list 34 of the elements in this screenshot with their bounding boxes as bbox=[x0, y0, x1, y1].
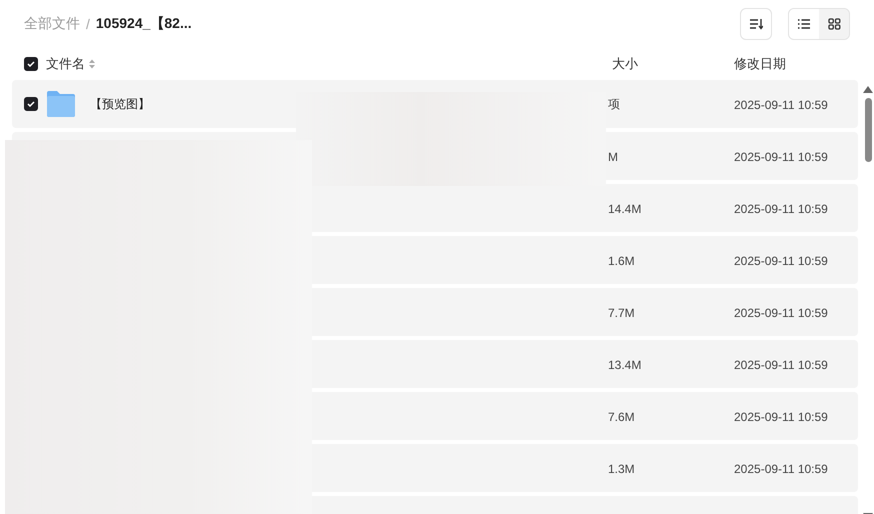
row-checkbox[interactable] bbox=[24, 97, 38, 111]
file-size: 7.6M bbox=[608, 410, 635, 424]
file-size: 1.6M bbox=[608, 254, 635, 268]
modified-date: 2025-09-11 10:59 bbox=[734, 410, 828, 424]
modified-date: 2025-09-11 10:59 bbox=[734, 462, 828, 476]
select-all-checkbox[interactable] bbox=[24, 57, 38, 71]
file-size: 7.7M bbox=[608, 306, 635, 320]
column-header: 大小 bbox=[612, 56, 638, 71]
grid-icon bbox=[828, 18, 840, 30]
file-size: 1.3M bbox=[608, 462, 635, 476]
modified-date: 2025-09-11 10:59 bbox=[734, 202, 828, 216]
column-header[interactable]: 文件名 bbox=[46, 55, 85, 73]
scrollbar-thumb[interactable] bbox=[864, 98, 872, 162]
modified-date: 2025-09-11 10:59 bbox=[734, 254, 828, 268]
file-size: 14.4M bbox=[608, 202, 642, 216]
list-view-button[interactable] bbox=[789, 9, 819, 39]
modified-date: 2025-09-11 10:59 bbox=[734, 150, 828, 164]
sort-button[interactable] bbox=[740, 8, 772, 40]
scroll-up-icon[interactable] bbox=[863, 86, 873, 93]
check-icon bbox=[27, 101, 35, 107]
column-header: 修改日期 bbox=[734, 56, 786, 71]
file-size: M bbox=[608, 150, 618, 164]
modified-date: 2025-09-11 10:59 bbox=[734, 358, 828, 372]
list-icon bbox=[797, 18, 811, 30]
sort-icon bbox=[749, 18, 763, 30]
folder-icon bbox=[46, 90, 76, 118]
modified-date: 2025-09-11 10:59 bbox=[734, 306, 828, 320]
modified-date: 2025-09-11 10:59 bbox=[734, 98, 828, 112]
breadcrumb-separator: / bbox=[86, 16, 90, 32]
breadcrumb-item: 105924_【82... bbox=[96, 15, 192, 33]
file-size: 项 bbox=[608, 96, 620, 110]
file-name: 【预览图】 bbox=[90, 96, 150, 112]
check-icon bbox=[27, 61, 35, 67]
file-size: 13.4M bbox=[608, 358, 642, 372]
